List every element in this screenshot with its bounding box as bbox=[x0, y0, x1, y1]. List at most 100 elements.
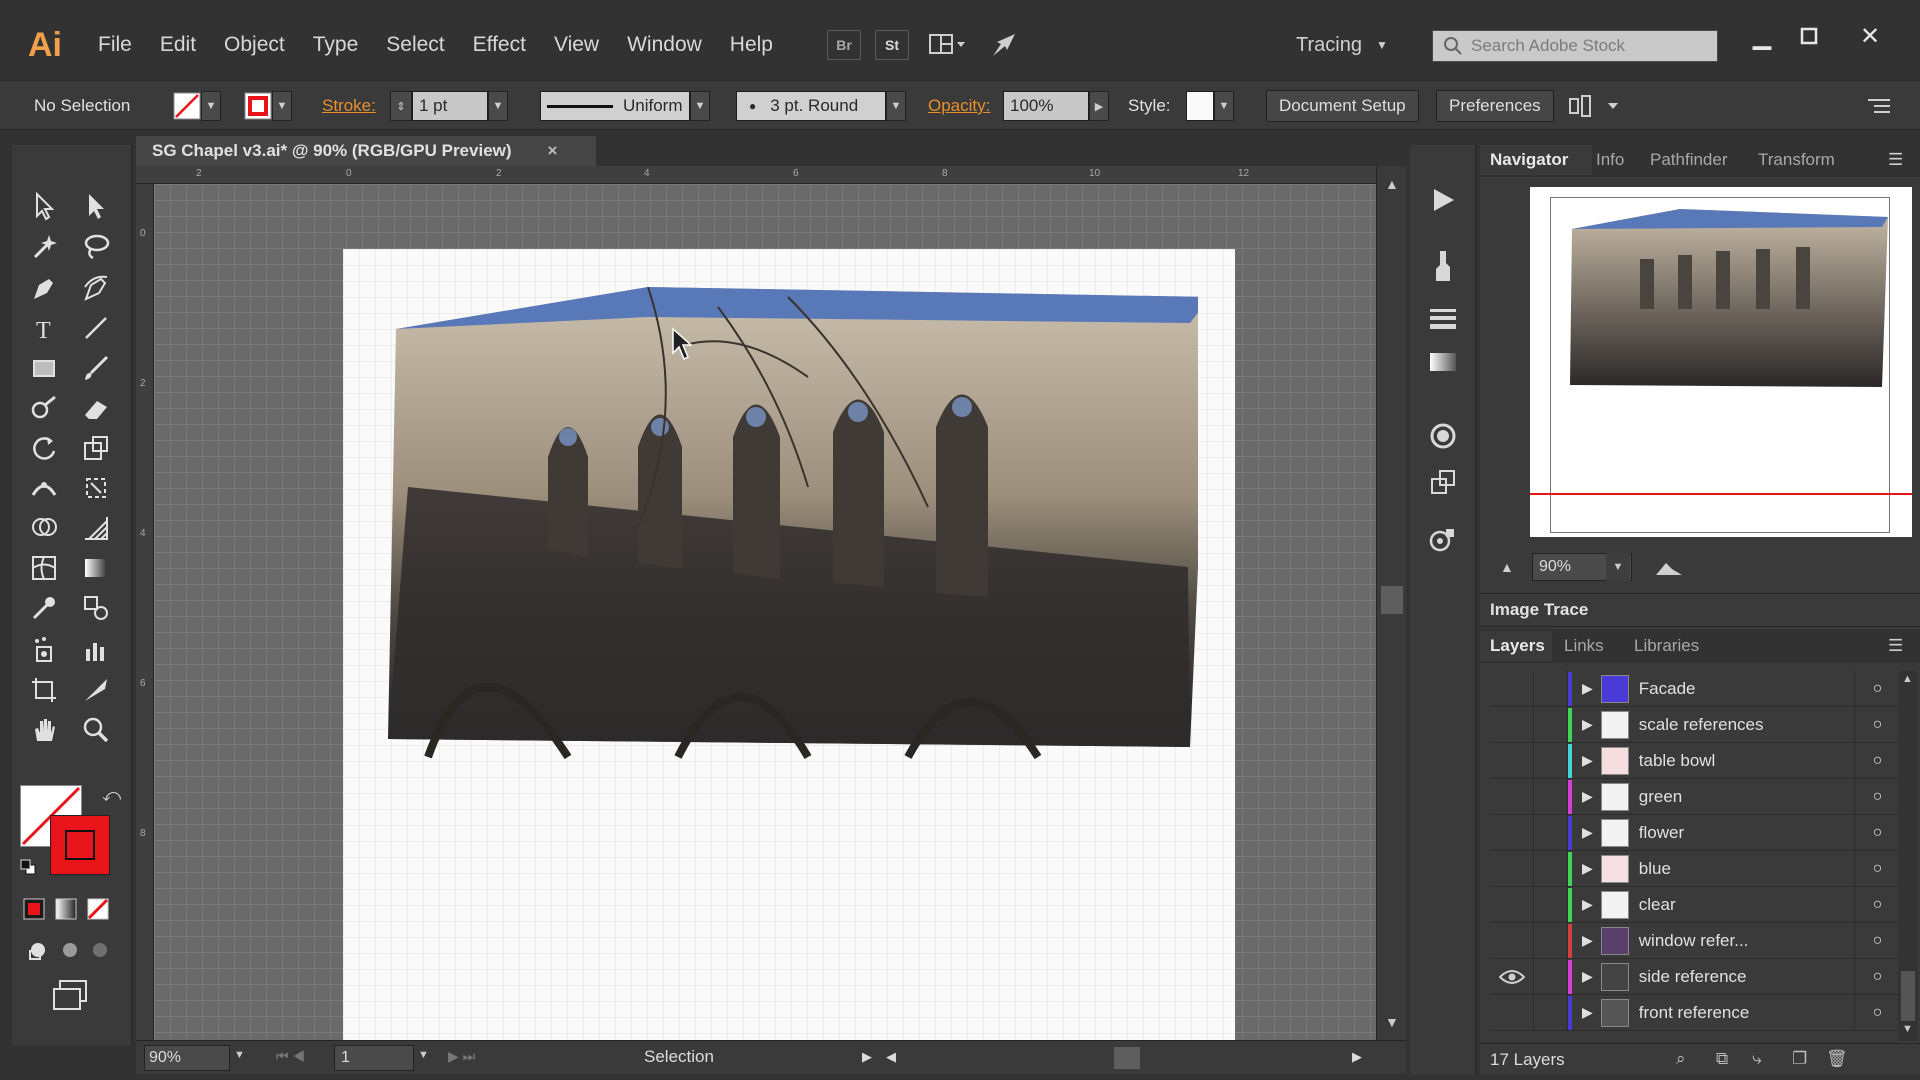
close-window-button[interactable]: ✕ bbox=[1848, 20, 1892, 52]
pen-tool-icon[interactable] bbox=[22, 269, 66, 307]
layer-row[interactable]: ▶ green ○ bbox=[1490, 778, 1900, 815]
line-segment-tool-icon[interactable] bbox=[74, 309, 118, 347]
opacity-slider-toggle[interactable]: ▶ bbox=[1089, 91, 1109, 121]
opacity-label[interactable]: Opacity: bbox=[928, 90, 990, 122]
stroke-panel-icon[interactable] bbox=[1428, 303, 1458, 338]
menu-edit[interactable]: Edit bbox=[146, 15, 210, 75]
profile-dropdown[interactable]: ▼ bbox=[690, 91, 710, 121]
layers-scrollbar[interactable]: ▲ ▼ bbox=[1898, 671, 1918, 1041]
free-transform-tool-icon[interactable] bbox=[74, 469, 118, 507]
eraser-tool-icon[interactable] bbox=[74, 389, 118, 427]
shape-builder-tool-icon[interactable] bbox=[22, 509, 66, 547]
navigator-zoom-dropdown[interactable]: ▼ bbox=[1606, 553, 1630, 581]
layer-name[interactable]: side reference bbox=[1639, 967, 1854, 987]
target-circle-icon[interactable]: ○ bbox=[1854, 814, 1900, 851]
new-sublayer-icon[interactable]: ⤷ bbox=[1752, 1049, 1762, 1069]
lock-toggle[interactable] bbox=[1534, 994, 1568, 1031]
lasso-tool-icon[interactable] bbox=[74, 227, 118, 265]
opacity-field[interactable]: 100% ▶ bbox=[1003, 90, 1109, 122]
target-circle-icon[interactable]: ○ bbox=[1854, 742, 1900, 779]
lock-toggle[interactable] bbox=[1534, 886, 1568, 923]
layer-name[interactable]: table bowl bbox=[1639, 751, 1854, 771]
variable-width-profile[interactable]: Uniform ▼ bbox=[540, 90, 710, 122]
tab-links[interactable]: Links bbox=[1564, 631, 1604, 661]
rotate-tool-icon[interactable] bbox=[22, 429, 66, 467]
fill-swatch[interactable]: ▼ bbox=[173, 90, 221, 122]
scroll-up-icon[interactable]: ▲ bbox=[1385, 176, 1399, 192]
default-colors-icon[interactable] bbox=[20, 859, 36, 875]
lock-toggle[interactable] bbox=[1534, 922, 1568, 959]
symbols-panel-icon[interactable] bbox=[1428, 525, 1458, 560]
lock-toggle[interactable] bbox=[1534, 742, 1568, 779]
perspective-grid-tool-icon[interactable] bbox=[74, 509, 118, 547]
layer-row[interactable]: ▶ scale references ○ bbox=[1490, 706, 1900, 743]
align-options-icon[interactable] bbox=[1568, 90, 1624, 122]
layers-panel-menu-icon[interactable]: ☰ bbox=[1888, 631, 1903, 661]
visibility-toggle[interactable] bbox=[1490, 670, 1534, 707]
menu-window[interactable]: Window bbox=[613, 15, 716, 75]
stroke-color-swatch[interactable] bbox=[50, 815, 110, 875]
target-circle-icon[interactable]: ○ bbox=[1854, 850, 1900, 887]
zoom-tool-icon[interactable] bbox=[74, 711, 118, 749]
type-tool-icon[interactable]: T bbox=[22, 309, 66, 347]
navigator-panel-menu-icon[interactable]: ☰ bbox=[1888, 145, 1903, 175]
stroke-weight-field[interactable]: ⇕ 1 pt ▼ bbox=[390, 90, 508, 122]
layers-scroll-thumb[interactable] bbox=[1901, 971, 1915, 1021]
visibility-toggle[interactable] bbox=[1490, 778, 1534, 815]
stroke-label[interactable]: Stroke: bbox=[322, 90, 376, 122]
stock-button[interactable]: St bbox=[875, 30, 909, 60]
layer-name[interactable]: front reference bbox=[1639, 1003, 1854, 1023]
expand-arrow-icon[interactable]: ▶ bbox=[1582, 968, 1593, 985]
zoom-in-icon[interactable] bbox=[1654, 557, 1684, 582]
layers-scroll-up-icon[interactable]: ▲ bbox=[1902, 673, 1913, 685]
target-circle-icon[interactable]: ○ bbox=[1854, 922, 1900, 959]
column-graph-tool-icon[interactable] bbox=[74, 631, 118, 669]
visibility-toggle[interactable] bbox=[1490, 994, 1534, 1031]
width-tool-icon[interactable] bbox=[22, 469, 66, 507]
brush-dropdown[interactable]: ▼ bbox=[886, 91, 906, 121]
tab-navigator[interactable]: Navigator bbox=[1480, 145, 1592, 175]
style-swatch[interactable] bbox=[1186, 91, 1214, 121]
artboard-tool-icon[interactable] bbox=[22, 671, 66, 709]
swap-colors-icon[interactable]: ⤺ bbox=[102, 785, 121, 806]
lock-toggle[interactable] bbox=[1534, 814, 1568, 851]
hand-tool-icon[interactable] bbox=[22, 711, 66, 749]
layer-row[interactable]: ▶ clear ○ bbox=[1490, 886, 1900, 923]
expand-arrow-icon[interactable]: ▶ bbox=[1582, 680, 1593, 697]
color-mode-icon[interactable] bbox=[22, 897, 46, 921]
stock-search-input[interactable]: Search Adobe Stock bbox=[1432, 30, 1718, 62]
target-circle-icon[interactable]: ○ bbox=[1854, 706, 1900, 743]
artboard-dropdown-icon[interactable]: ▼ bbox=[418, 1049, 429, 1061]
actions-play-icon[interactable] bbox=[1428, 185, 1458, 220]
close-tab-icon[interactable]: × bbox=[548, 141, 558, 161]
gpu-performance-icon[interactable] bbox=[987, 30, 1021, 60]
tab-layers[interactable]: Layers bbox=[1480, 631, 1552, 661]
opacity-value[interactable]: 100% bbox=[1003, 91, 1089, 121]
visibility-toggle[interactable] bbox=[1490, 706, 1534, 743]
navigator-preview[interactable] bbox=[1530, 187, 1912, 537]
layer-row[interactable]: ▶ flower ○ bbox=[1490, 814, 1900, 851]
magic-wand-tool-icon[interactable] bbox=[22, 227, 66, 265]
tab-info[interactable]: Info bbox=[1596, 145, 1624, 175]
curvature-tool-icon[interactable] bbox=[74, 269, 118, 307]
visibility-toggle[interactable] bbox=[1490, 922, 1534, 959]
direct-selection-tool-icon[interactable] bbox=[74, 187, 118, 225]
next-artboard-icon[interactable]: ▶ ⏭ bbox=[448, 1048, 475, 1065]
minimize-button[interactable]: ▁ bbox=[1740, 20, 1784, 52]
image-trace-panel-header[interactable]: Image Trace bbox=[1480, 593, 1920, 627]
menu-file[interactable]: File bbox=[84, 15, 146, 75]
eyedropper-tool-icon[interactable] bbox=[22, 589, 66, 627]
lock-toggle[interactable] bbox=[1534, 958, 1568, 995]
target-circle-icon[interactable]: ○ bbox=[1854, 670, 1900, 707]
preferences-button[interactable]: Preferences bbox=[1436, 90, 1554, 122]
scroll-right-icon[interactable]: ▶ bbox=[1352, 1049, 1362, 1065]
style-dropdown[interactable]: ▼ bbox=[1214, 91, 1234, 121]
paintbrush-tool-icon[interactable] bbox=[74, 349, 118, 387]
expand-arrow-icon[interactable]: ▶ bbox=[1582, 932, 1593, 949]
layer-name[interactable]: Facade bbox=[1639, 679, 1854, 699]
layer-name[interactable]: window refer... bbox=[1639, 931, 1854, 951]
vertical-ruler[interactable]: 0 2 4 6 8 bbox=[136, 184, 154, 1046]
rectangle-tool-icon[interactable] bbox=[22, 349, 66, 387]
visibility-toggle[interactable] bbox=[1490, 958, 1534, 995]
lock-toggle[interactable] bbox=[1534, 850, 1568, 887]
